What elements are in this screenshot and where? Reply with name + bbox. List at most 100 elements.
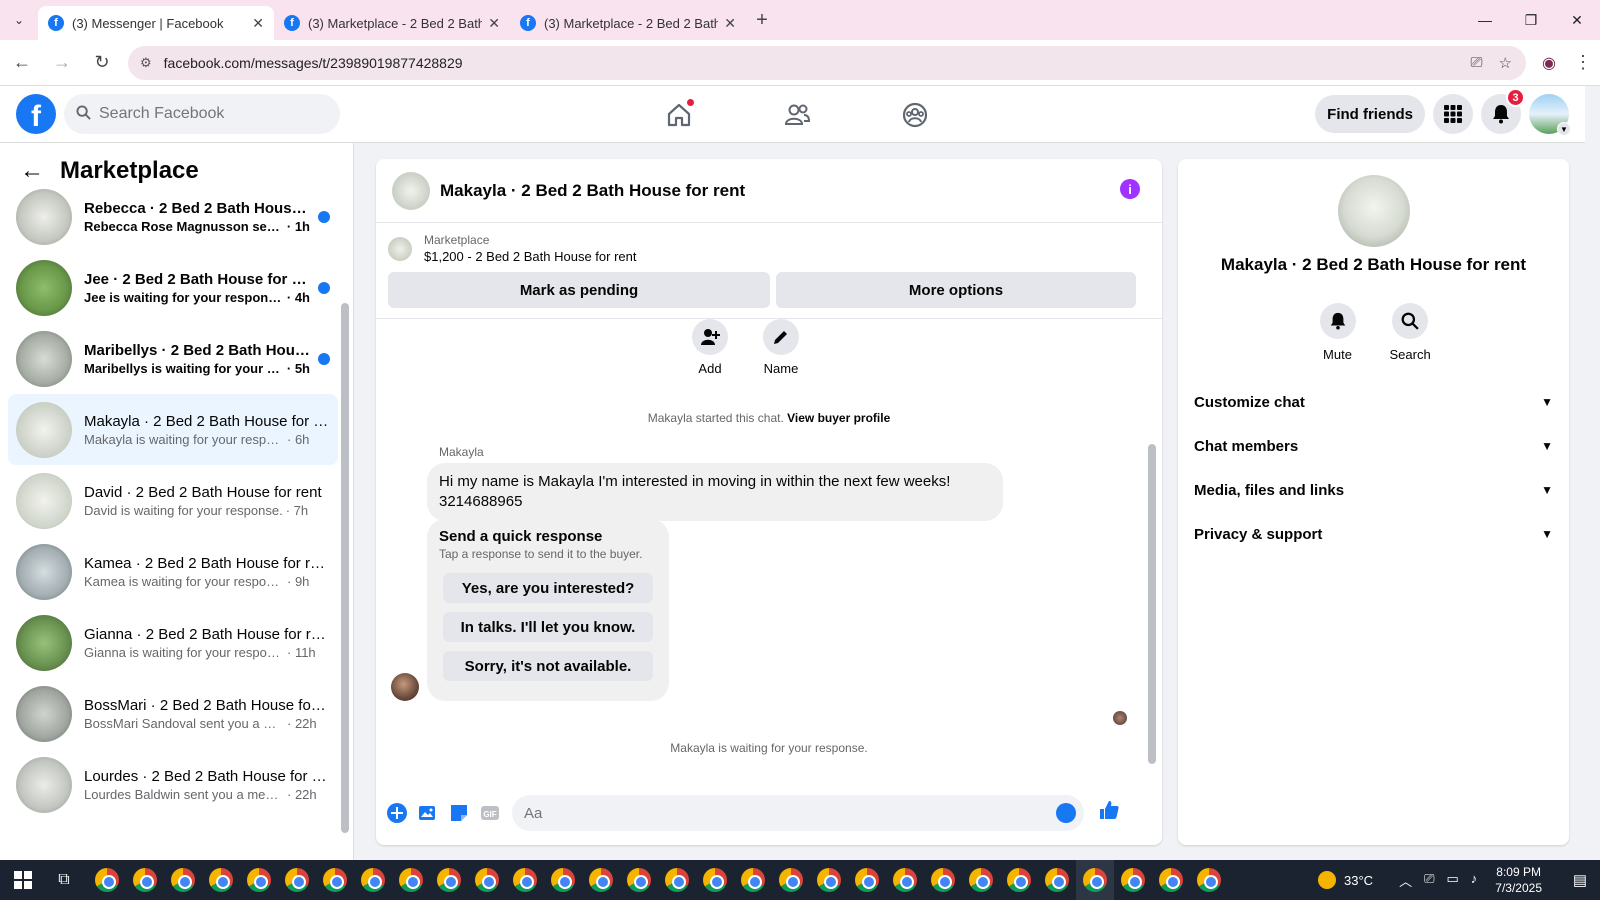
taskbar-chrome-window[interactable] (886, 860, 924, 900)
nav-friends[interactable] (738, 86, 856, 143)
emoji-icon[interactable] (1056, 803, 1076, 823)
more-actions-button[interactable] (384, 800, 410, 826)
start-button[interactable] (0, 860, 46, 900)
media-files-links-section[interactable]: Media, files and links ▼ (1178, 468, 1569, 512)
taskbar-chrome-window[interactable] (1114, 860, 1152, 900)
taskbar-chrome-window[interactable] (88, 860, 126, 900)
taskbar-chrome-window[interactable] (658, 860, 696, 900)
message-input-box[interactable] (512, 795, 1084, 831)
listing-price[interactable]: $1,200 - 2 Bed 2 Bath House for rent (424, 249, 636, 264)
forward-icon[interactable]: → (44, 45, 80, 81)
install-app-icon[interactable]: ⎚ (1471, 54, 1483, 72)
conversation-item[interactable]: Maribellys · 2 Bed 2 Bath House for rent… (8, 323, 338, 394)
network-icon[interactable]: ▭ (1446, 871, 1458, 890)
tab-search-button[interactable]: ⌄ (0, 0, 38, 40)
taskbar-chrome-window[interactable] (1038, 860, 1076, 900)
search-conversation-button[interactable]: Search (1390, 303, 1431, 362)
nav-home[interactable] (620, 86, 738, 143)
taskbar-chrome-window[interactable] (1076, 860, 1114, 900)
browser-menu-icon[interactable]: ⋮ (1574, 52, 1592, 73)
notifications-button[interactable]: 3 (1481, 88, 1525, 134)
add-member-action[interactable]: Add (680, 319, 740, 376)
clock[interactable]: 8:09 PM 7/3/2025 (1495, 864, 1542, 896)
conversation-item[interactable]: Kamea · 2 Bed 2 Bath House for rent Kamea… (8, 536, 338, 607)
quick-response-yes[interactable]: Yes, are you interested? (443, 573, 653, 603)
taskbar-chrome-window[interactable] (924, 860, 962, 900)
reload-icon[interactable]: ↻ (84, 45, 120, 81)
privacy-support-section[interactable]: Privacy & support ▼ (1178, 512, 1569, 556)
account-avatar[interactable]: ▼ (1529, 94, 1571, 136)
taskbar-chrome-window[interactable] (126, 860, 164, 900)
close-tab-icon[interactable]: ✕ (488, 15, 500, 32)
taskbar-chrome-window[interactable] (278, 860, 316, 900)
taskbar-chrome-window[interactable] (354, 860, 392, 900)
taskbar-chrome-window[interactable] (810, 860, 848, 900)
taskbar-chrome-window[interactable] (240, 860, 278, 900)
bookmark-star-icon[interactable]: ☆ (1499, 54, 1512, 72)
sidebar-scroll-thumb[interactable] (341, 303, 349, 833)
taskbar-chrome-window[interactable] (1000, 860, 1038, 900)
listing-thumbnail[interactable] (388, 236, 412, 261)
taskbar-chrome-window[interactable] (582, 860, 620, 900)
taskbar-chrome-window[interactable] (544, 860, 582, 900)
chat-scroll-thumb[interactable] (1148, 444, 1156, 764)
thumbs-up-icon[interactable] (1098, 799, 1120, 827)
chat-scrollbar[interactable] (1148, 324, 1156, 779)
close-tab-icon[interactable]: ✕ (724, 15, 736, 32)
back-icon[interactable]: ← (4, 45, 40, 81)
sticker-button[interactable] (446, 800, 472, 826)
taskbar-chrome-window[interactable] (772, 860, 810, 900)
volume-icon[interactable]: ♪ (1471, 871, 1478, 890)
conversation-item[interactable]: Gianna · 2 Bed 2 Bath House for rent Gian… (8, 607, 338, 678)
action-center-icon[interactable]: ▤ (1560, 871, 1600, 889)
browser-tab-messenger[interactable]: f (3) Messenger | Facebook ✕ (38, 6, 274, 40)
url-field[interactable]: ⚙ facebook.com/messages/t/23989019877428… (128, 45, 1526, 80)
attach-photo-button[interactable] (415, 800, 441, 826)
chat-title[interactable]: Makayla · 2 Bed 2 Bath House for rent (440, 181, 745, 201)
site-info-icon[interactable]: ⚙ (140, 55, 152, 71)
page-scrollbar[interactable] (1585, 86, 1600, 860)
chat-members-section[interactable]: Chat members ▼ (1178, 424, 1569, 468)
mark-as-pending-button[interactable]: Mark as pending (388, 272, 770, 308)
browser-tab-marketplace-1[interactable]: f (3) Marketplace - 2 Bed 2 Bath House ✕ (274, 6, 510, 40)
incoming-message[interactable]: Hi my name is Makayla I'm interested in … (427, 463, 1003, 521)
more-options-button[interactable]: More options (776, 272, 1136, 308)
taskbar-chrome-window[interactable] (202, 860, 240, 900)
customize-chat-section[interactable]: Customize chat ▼ (1178, 380, 1569, 424)
info-icon[interactable]: i (1120, 179, 1140, 199)
taskbar-chrome-window[interactable] (848, 860, 886, 900)
url-text[interactable]: facebook.com/messages/t/2398901987742882… (164, 55, 1471, 71)
conversation-item[interactable]: BossMari · 2 Bed 2 Bath House for rent Bo… (8, 678, 338, 749)
conversation-item[interactable]: David · 2 Bed 2 Bath House for rent David… (8, 465, 338, 536)
search-box[interactable] (64, 94, 340, 134)
conversation-item[interactable]: Jee · 2 Bed 2 Bath House for rent Jee is … (8, 252, 338, 323)
taskbar-chrome-window[interactable] (620, 860, 658, 900)
mute-button[interactable]: Mute (1318, 303, 1358, 362)
conversation-item[interactable]: Lourdes · 2 Bed 2 Bath House for rent Lou… (8, 749, 338, 820)
taskbar-chrome-window[interactable] (392, 860, 430, 900)
chat-avatar[interactable] (392, 171, 430, 210)
restore-icon[interactable]: ❐ (1508, 0, 1554, 40)
quick-response-not-available[interactable]: Sorry, it's not available. (443, 651, 653, 681)
close-tab-icon[interactable]: ✕ (252, 15, 264, 32)
message-input[interactable] (524, 804, 1024, 822)
quick-response-in-talks[interactable]: In talks. I'll let you know. (443, 612, 653, 642)
facebook-logo[interactable]: f (16, 94, 56, 134)
taskbar-chrome-window[interactable] (506, 860, 544, 900)
new-tab-button[interactable]: + (746, 9, 778, 32)
view-buyer-profile-link[interactable]: View buyer profile (787, 411, 890, 425)
find-friends-button[interactable]: Find friends (1315, 95, 1425, 133)
conversation-item[interactable]: Rebecca · 2 Bed 2 Bath House for rentReb… (8, 181, 338, 252)
sidebar-scrollbar[interactable] (341, 193, 349, 843)
taskbar-chrome-window[interactable] (430, 860, 468, 900)
name-chat-action[interactable]: Name (751, 319, 811, 376)
browser-profile-icon[interactable]: ◉ (1542, 53, 1556, 73)
gif-button[interactable]: GIF (477, 800, 503, 826)
meet-now-icon[interactable]: ⎚ (1424, 871, 1434, 890)
minimize-icon[interactable]: — (1462, 0, 1508, 40)
sender-avatar[interactable] (391, 673, 419, 701)
menu-grid-button[interactable] (1433, 94, 1473, 134)
nav-groups[interactable] (856, 86, 974, 143)
taskbar-chrome-window[interactable] (164, 860, 202, 900)
taskbar-chrome-window[interactable] (316, 860, 354, 900)
